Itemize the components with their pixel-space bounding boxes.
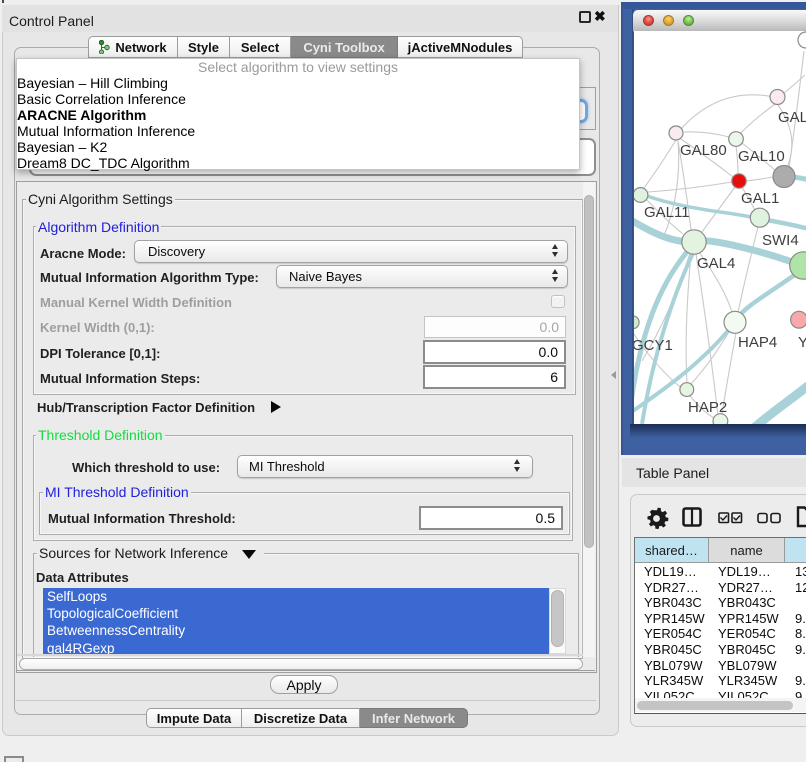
svg-text:SWI4: SWI4 bbox=[762, 232, 799, 249]
svg-text:YE: YE bbox=[798, 334, 806, 351]
svg-text:GAL10: GAL10 bbox=[738, 148, 785, 165]
svg-text:HAP2: HAP2 bbox=[688, 399, 727, 416]
svg-text:GAL7: GAL7 bbox=[778, 109, 806, 126]
svg-text:GAL4: GAL4 bbox=[697, 255, 735, 272]
svg-text:GAL1: GAL1 bbox=[741, 190, 779, 207]
svg-text:HAP4: HAP4 bbox=[738, 334, 777, 351]
svg-text:GAL80: GAL80 bbox=[680, 142, 727, 159]
svg-text:GCY1: GCY1 bbox=[634, 337, 673, 354]
svg-text:GAL11: GAL11 bbox=[644, 204, 690, 221]
